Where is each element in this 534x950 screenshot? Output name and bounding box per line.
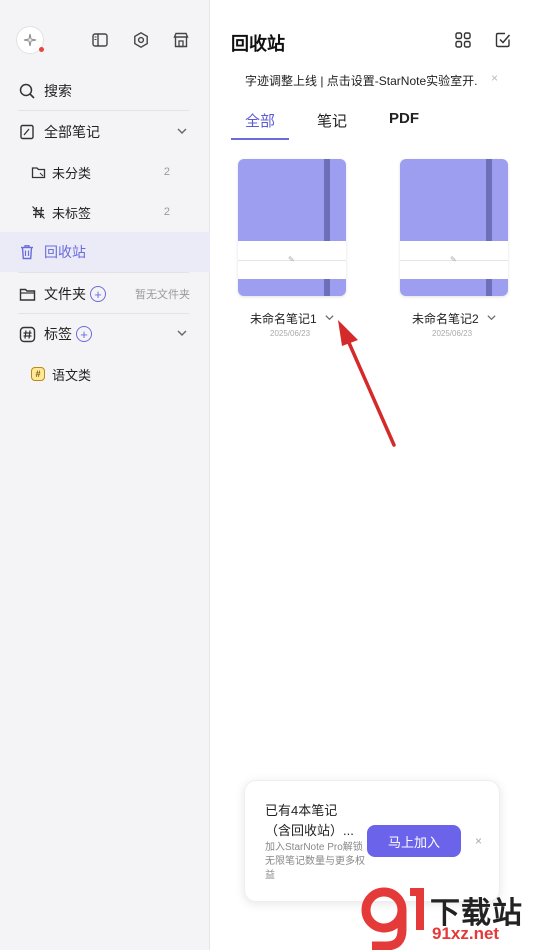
sidebar-tag-item[interactable]: # 语文类 [0, 364, 210, 384]
avatar[interactable] [16, 26, 44, 54]
watermark-logo-icon [361, 887, 424, 950]
trash-icon [18, 243, 36, 261]
grid-view-icon[interactable] [454, 31, 474, 51]
chevron-down-icon[interactable] [176, 326, 188, 342]
folder-outline-icon [30, 164, 46, 180]
join-now-button[interactable]: 马上加入 [367, 825, 461, 857]
sparkle-icon [23, 33, 37, 47]
settings-icon[interactable] [131, 30, 151, 50]
add-folder-icon[interactable]: + [90, 286, 106, 302]
sidebar-item-label: 标签 [44, 326, 72, 342]
hashtag-icon [18, 325, 36, 343]
sidebar-toolbar [16, 26, 195, 56]
tab-all[interactable]: 全部 [231, 110, 290, 140]
pen-icon: ✎ [450, 255, 457, 264]
folder-icon [18, 285, 36, 303]
sidebar-item-label: 文件夹 [44, 286, 86, 302]
item-count: 2 [163, 206, 170, 218]
sidebar-item-label: 语文类 [52, 367, 92, 383]
sidebar-search-label: 搜索 [44, 83, 72, 99]
sidebar-item-label: 未分类 [52, 165, 92, 181]
filter-tabs: 全部 笔记 PDF [231, 110, 461, 140]
search-icon [18, 82, 36, 100]
sidebar-item-untagged[interactable]: 未标签 2 [0, 202, 210, 222]
sidebar: 搜索 全部笔记 未分类 2 未标签 2 回收站 文件夹 + 暂无文件夹 标签 +… [0, 0, 210, 950]
untagged-icon [30, 204, 46, 220]
watermark-url: 91xz.net [432, 924, 500, 943]
chevron-down-icon[interactable] [176, 124, 188, 140]
item-count: 2 [163, 166, 170, 178]
divider [18, 272, 189, 273]
store-icon[interactable] [171, 30, 191, 50]
note-title: 未命名笔记2 [412, 312, 479, 326]
notification-dot [39, 47, 44, 52]
note-cover[interactable]: ✎ [400, 159, 508, 296]
sidebar-item-all-notes[interactable]: 全部笔记 [0, 121, 210, 143]
notice-banner[interactable]: 字迹调整上线 | 点击设置-StarNote实验室开... [245, 72, 477, 89]
divider [18, 313, 189, 314]
upgrade-promo-card: 已有4本笔记（含回收站）... 加入StarNote Pro解锁无限笔记数量与更… [244, 780, 500, 902]
notebook-icon [18, 123, 36, 141]
sidebar-item-label: 全部笔记 [44, 124, 100, 140]
chevron-down-icon[interactable] [486, 312, 497, 323]
note-card[interactable]: ✎ [238, 159, 348, 296]
note-title-row[interactable]: 未命名笔记2 [412, 310, 497, 327]
tag-icon: # [31, 367, 45, 381]
folders-empty-hint: 暂无文件夹 [135, 289, 190, 301]
chevron-down-icon[interactable] [324, 312, 335, 323]
watermark: 下载站 91xz.net [360, 886, 534, 950]
note-title: 未命名笔记1 [250, 312, 317, 326]
sidebar-item-label: 回收站 [44, 244, 86, 260]
sidebar-item-uncategorized[interactable]: 未分类 2 [0, 162, 210, 182]
note-card[interactable]: ✎ [400, 159, 510, 296]
promo-title: 已有4本笔记（含回收站）... [265, 803, 354, 838]
close-icon[interactable]: × [475, 834, 482, 848]
add-tag-icon[interactable]: + [76, 326, 92, 342]
divider [18, 110, 189, 111]
note-date: 2025/06/23 [270, 329, 311, 338]
layout-toggle-icon[interactable] [90, 30, 110, 50]
note-title-row[interactable]: 未命名笔记1 [250, 310, 335, 327]
sidebar-item-tags[interactable]: 标签 + [0, 323, 210, 345]
note-cover[interactable]: ✎ [238, 159, 346, 296]
promo-description: 加入StarNote Pro解锁无限笔记数量与更多权益 [265, 842, 365, 881]
sidebar-item-folders[interactable]: 文件夹 + 暂无文件夹 [0, 283, 210, 305]
page-title: 回收站 [231, 34, 285, 54]
close-icon[interactable]: × [491, 71, 498, 85]
tab-pdf[interactable]: PDF [389, 110, 433, 140]
pen-icon: ✎ [288, 255, 295, 264]
tab-notes[interactable]: 笔记 [317, 110, 361, 140]
sidebar-search[interactable]: 搜索 [0, 80, 210, 102]
sidebar-item-trash[interactable]: 回收站 [0, 232, 210, 272]
sidebar-item-label: 未标签 [52, 205, 92, 221]
note-date: 2025/06/23 [432, 329, 473, 338]
select-check-icon[interactable] [494, 31, 514, 51]
